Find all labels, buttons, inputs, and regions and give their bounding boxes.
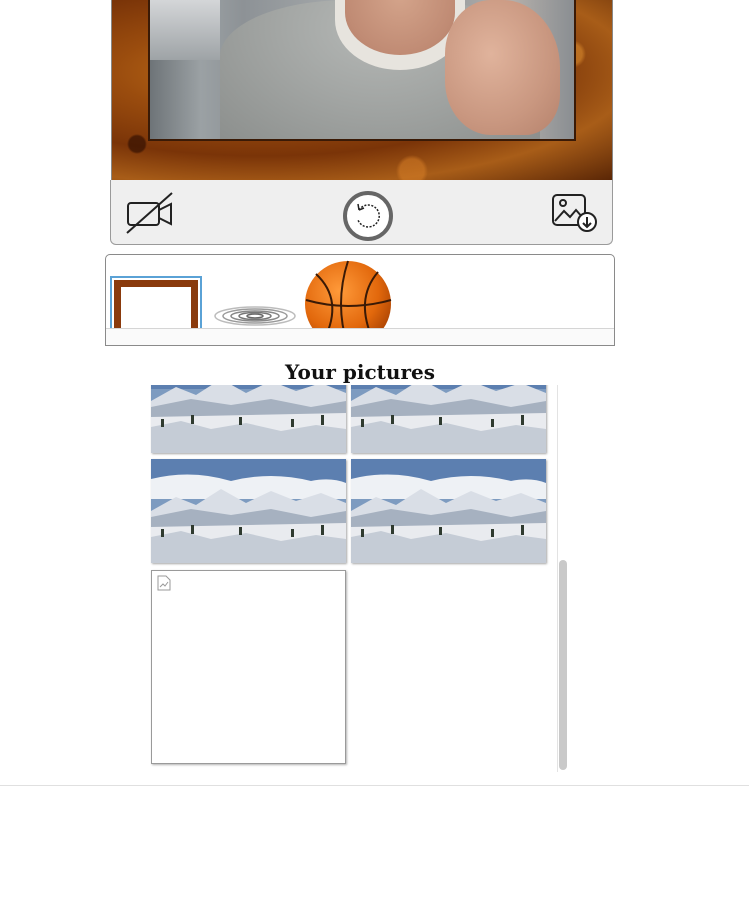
overlay-item-water-ripple[interactable] [211,300,296,330]
broken-image-icon [157,575,171,591]
water-ripple-thumbnail [214,306,296,326]
picture-thumbnail-broken[interactable] [151,570,346,764]
picture-thumbnail[interactable] [351,385,546,453]
camera-controls [110,180,613,245]
overlay-item-wood-frame[interactable] [110,276,202,342]
background-desk [150,0,220,60]
winter-landscape-image [351,459,546,563]
image-download-icon [552,194,597,232]
webcam-video [148,0,576,141]
reset-button[interactable] [342,190,394,242]
winter-landscape-image [151,385,346,453]
pictures-title: Your pictures [285,360,435,384]
person-hand [445,0,560,135]
pictures-gallery [150,385,570,772]
camera-preview [111,0,613,180]
winter-landscape-image [151,459,346,563]
footer-divider [0,785,749,786]
save-picture-button[interactable] [551,192,599,234]
camera-off-button[interactable] [125,190,175,236]
camera-off-icon [126,192,173,234]
rotate-ccw-icon [343,191,393,241]
overlay-strip-scrollbar[interactable] [106,328,614,345]
picture-thumbnail[interactable] [351,459,546,563]
overlay-strip [105,254,615,346]
gallery-scrollbar-thumb[interactable] [559,560,567,770]
winter-landscape-image [351,385,546,453]
picture-thumbnail[interactable] [151,385,346,453]
picture-thumbnail[interactable] [151,459,346,563]
